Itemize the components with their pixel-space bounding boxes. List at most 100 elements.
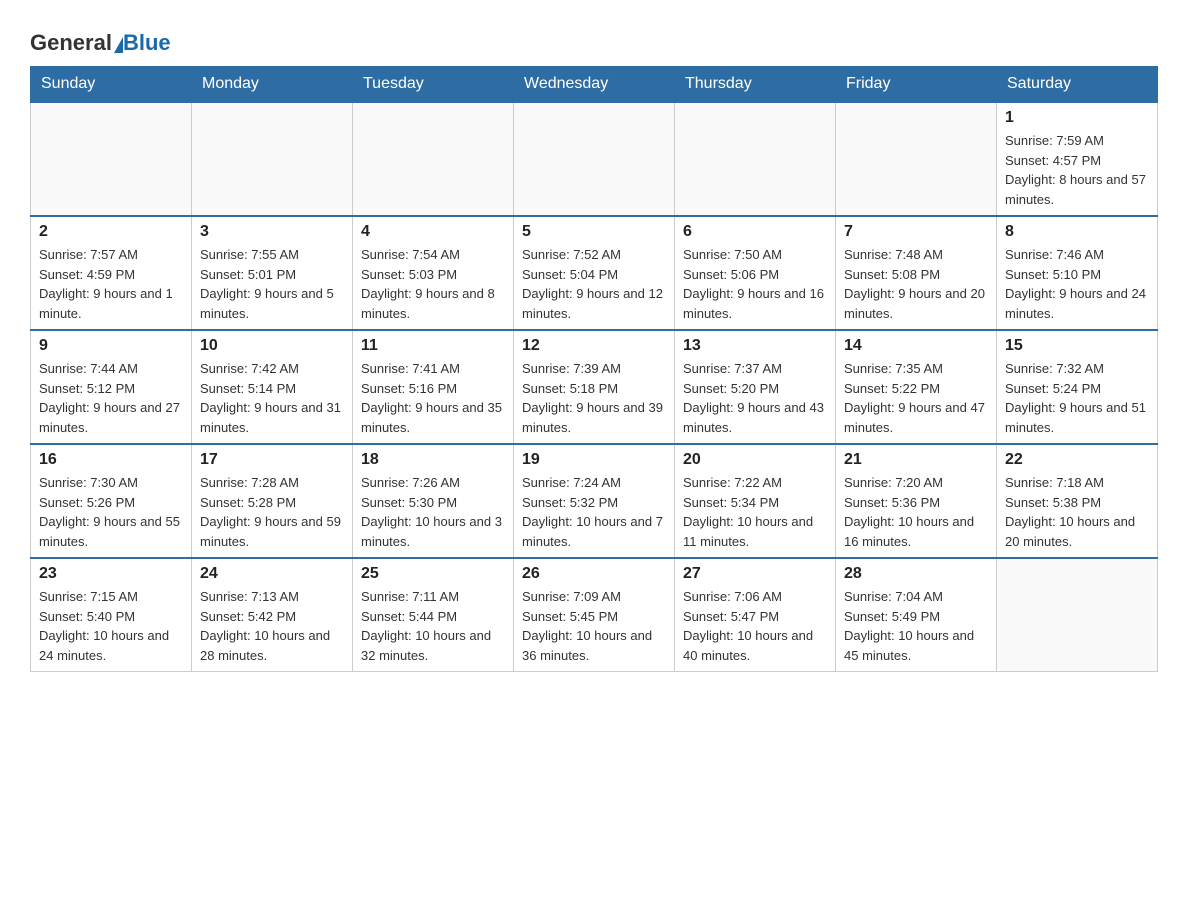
- calendar-cell: 13 Sunrise: 7:37 AMSunset: 5:20 PMDayligh…: [675, 330, 836, 444]
- logo-general-text: General: [30, 30, 123, 56]
- calendar-header-wednesday: Wednesday: [514, 67, 675, 103]
- calendar-cell: [353, 102, 514, 216]
- calendar-cell: [675, 102, 836, 216]
- day-number: 8: [1005, 223, 1149, 241]
- day-info: Sunrise: 7:09 AMSunset: 5:45 PMDaylight:…: [522, 587, 666, 665]
- day-number: 20: [683, 451, 827, 469]
- day-number: 2: [39, 223, 183, 241]
- calendar-header-friday: Friday: [836, 67, 997, 103]
- day-number: 17: [200, 451, 344, 469]
- day-number: 22: [1005, 451, 1149, 469]
- calendar-cell: 5Sunrise: 7:52 AMSunset: 5:04 PMDaylight…: [514, 216, 675, 330]
- day-info: Sunrise: 7:59 AMSunset: 4:57 PMDaylight:…: [1005, 131, 1149, 209]
- day-number: 3: [200, 223, 344, 241]
- calendar-cell: 23 Sunrise: 7:15 AMSunset: 5:40 PMDayligh…: [31, 558, 192, 672]
- calendar-cell: 16 Sunrise: 7:30 AMSunset: 5:26 PMDayligh…: [31, 444, 192, 558]
- day-info: Sunrise: 7:18 AMSunset: 5:38 PMDaylight:…: [1005, 473, 1149, 551]
- day-info: Sunrise: 7:30 AMSunset: 5:26 PMDaylight:…: [39, 473, 183, 551]
- logo-text-general: General: [30, 30, 112, 55]
- day-number: 14: [844, 337, 988, 355]
- calendar-cell: 15Sunrise: 7:32 AMSunset: 5:24 PMDayligh…: [997, 330, 1158, 444]
- calendar-cell: 28 Sunrise: 7:04 AMSunset: 5:49 PMDayligh…: [836, 558, 997, 672]
- day-info: Sunrise: 7:37 AMSunset: 5:20 PMDaylight:…: [683, 359, 827, 437]
- calendar-cell: 6 Sunrise: 7:50 AMSunset: 5:06 PMDaylight…: [675, 216, 836, 330]
- calendar-cell: 21 Sunrise: 7:20 AMSunset: 5:36 PMDayligh…: [836, 444, 997, 558]
- calendar-cell: 22 Sunrise: 7:18 AMSunset: 5:38 PMDayligh…: [997, 444, 1158, 558]
- day-number: 15: [1005, 337, 1149, 355]
- calendar-cell: 18 Sunrise: 7:26 AMSunset: 5:30 PMDayligh…: [353, 444, 514, 558]
- day-info: Sunrise: 7:54 AMSunset: 5:03 PMDaylight:…: [361, 245, 505, 323]
- day-info: Sunrise: 7:06 AMSunset: 5:47 PMDaylight:…: [683, 587, 827, 665]
- calendar-cell: 4 Sunrise: 7:54 AMSunset: 5:03 PMDaylight…: [353, 216, 514, 330]
- calendar-cell: [31, 102, 192, 216]
- day-info: Sunrise: 7:48 AMSunset: 5:08 PMDaylight:…: [844, 245, 988, 323]
- day-info: Sunrise: 7:20 AMSunset: 5:36 PMDaylight:…: [844, 473, 988, 551]
- day-info: Sunrise: 7:42 AMSunset: 5:14 PMDaylight:…: [200, 359, 344, 437]
- day-number: 18: [361, 451, 505, 469]
- calendar-cell: [997, 558, 1158, 672]
- day-info: Sunrise: 7:22 AMSunset: 5:34 PMDaylight:…: [683, 473, 827, 551]
- day-info: Sunrise: 7:50 AMSunset: 5:06 PMDaylight:…: [683, 245, 827, 323]
- calendar-table: SundayMondayTuesdayWednesdayThursdayFrid…: [30, 66, 1158, 672]
- day-number: 21: [844, 451, 988, 469]
- calendar-cell: 7 Sunrise: 7:48 AMSunset: 5:08 PMDaylight…: [836, 216, 997, 330]
- day-info: Sunrise: 7:26 AMSunset: 5:30 PMDaylight:…: [361, 473, 505, 551]
- calendar-header-tuesday: Tuesday: [353, 67, 514, 103]
- calendar-header-thursday: Thursday: [675, 67, 836, 103]
- day-info: Sunrise: 7:11 AMSunset: 5:44 PMDaylight:…: [361, 587, 505, 665]
- calendar-cell: [836, 102, 997, 216]
- day-number: 1: [1005, 109, 1149, 127]
- calendar-cell: [192, 102, 353, 216]
- day-info: Sunrise: 7:46 AMSunset: 5:10 PMDaylight:…: [1005, 245, 1149, 323]
- day-info: Sunrise: 7:41 AMSunset: 5:16 PMDaylight:…: [361, 359, 505, 437]
- day-number: 13: [683, 337, 827, 355]
- day-info: Sunrise: 7:24 AMSunset: 5:32 PMDaylight:…: [522, 473, 666, 551]
- day-info: Sunrise: 7:52 AMSunset: 5:04 PMDaylight:…: [522, 245, 666, 323]
- calendar-week-3: 9 Sunrise: 7:44 AMSunset: 5:12 PMDaylight…: [31, 330, 1158, 444]
- day-number: 4: [361, 223, 505, 241]
- calendar-week-1: 1 Sunrise: 7:59 AMSunset: 4:57 PMDaylight…: [31, 102, 1158, 216]
- day-number: 27: [683, 565, 827, 583]
- calendar-cell: 14 Sunrise: 7:35 AMSunset: 5:22 PMDayligh…: [836, 330, 997, 444]
- calendar-header-sunday: Sunday: [31, 67, 192, 103]
- day-info: Sunrise: 7:04 AMSunset: 5:49 PMDaylight:…: [844, 587, 988, 665]
- day-number: 23: [39, 565, 183, 583]
- calendar-cell: 12 Sunrise: 7:39 AMSunset: 5:18 PMDayligh…: [514, 330, 675, 444]
- day-number: 6: [683, 223, 827, 241]
- day-info: Sunrise: 7:57 AMSunset: 4:59 PMDaylight:…: [39, 245, 183, 323]
- calendar-cell: 17Sunrise: 7:28 AMSunset: 5:28 PMDayligh…: [192, 444, 353, 558]
- calendar-header-saturday: Saturday: [997, 67, 1158, 103]
- calendar-cell: 19 Sunrise: 7:24 AMSunset: 5:32 PMDayligh…: [514, 444, 675, 558]
- logo-triangle-icon: [114, 37, 123, 53]
- calendar-cell: 24 Sunrise: 7:13 AMSunset: 5:42 PMDayligh…: [192, 558, 353, 672]
- page-header: General Blue: [30, 20, 1158, 56]
- calendar-cell: 11 Sunrise: 7:41 AMSunset: 5:16 PMDayligh…: [353, 330, 514, 444]
- day-number: 11: [361, 337, 505, 355]
- day-number: 16: [39, 451, 183, 469]
- day-info: Sunrise: 7:15 AMSunset: 5:40 PMDaylight:…: [39, 587, 183, 665]
- day-number: 12: [522, 337, 666, 355]
- calendar-cell: 8 Sunrise: 7:46 AMSunset: 5:10 PMDaylight…: [997, 216, 1158, 330]
- calendar-week-4: 16 Sunrise: 7:30 AMSunset: 5:26 PMDayligh…: [31, 444, 1158, 558]
- day-number: 9: [39, 337, 183, 355]
- day-info: Sunrise: 7:13 AMSunset: 5:42 PMDaylight:…: [200, 587, 344, 665]
- calendar-week-5: 23 Sunrise: 7:15 AMSunset: 5:40 PMDayligh…: [31, 558, 1158, 672]
- calendar-cell: 26 Sunrise: 7:09 AMSunset: 5:45 PMDayligh…: [514, 558, 675, 672]
- day-info: Sunrise: 7:35 AMSunset: 5:22 PMDaylight:…: [844, 359, 988, 437]
- calendar-cell: 25Sunrise: 7:11 AMSunset: 5:44 PMDayligh…: [353, 558, 514, 672]
- day-number: 19: [522, 451, 666, 469]
- day-number: 28: [844, 565, 988, 583]
- day-info: Sunrise: 7:44 AMSunset: 5:12 PMDaylight:…: [39, 359, 183, 437]
- day-number: 24: [200, 565, 344, 583]
- calendar-cell: 3Sunrise: 7:55 AMSunset: 5:01 PMDaylight…: [192, 216, 353, 330]
- calendar-cell: 27 Sunrise: 7:06 AMSunset: 5:47 PMDayligh…: [675, 558, 836, 672]
- day-number: 26: [522, 565, 666, 583]
- calendar-cell: [514, 102, 675, 216]
- day-info: Sunrise: 7:39 AMSunset: 5:18 PMDaylight:…: [522, 359, 666, 437]
- calendar-cell: 10 Sunrise: 7:42 AMSunset: 5:14 PMDayligh…: [192, 330, 353, 444]
- day-number: 10: [200, 337, 344, 355]
- logo-blue-text: Blue: [123, 30, 171, 56]
- calendar-cell: 1 Sunrise: 7:59 AMSunset: 4:57 PMDaylight…: [997, 102, 1158, 216]
- day-number: 7: [844, 223, 988, 241]
- calendar-cell: 2 Sunrise: 7:57 AMSunset: 4:59 PMDaylight…: [31, 216, 192, 330]
